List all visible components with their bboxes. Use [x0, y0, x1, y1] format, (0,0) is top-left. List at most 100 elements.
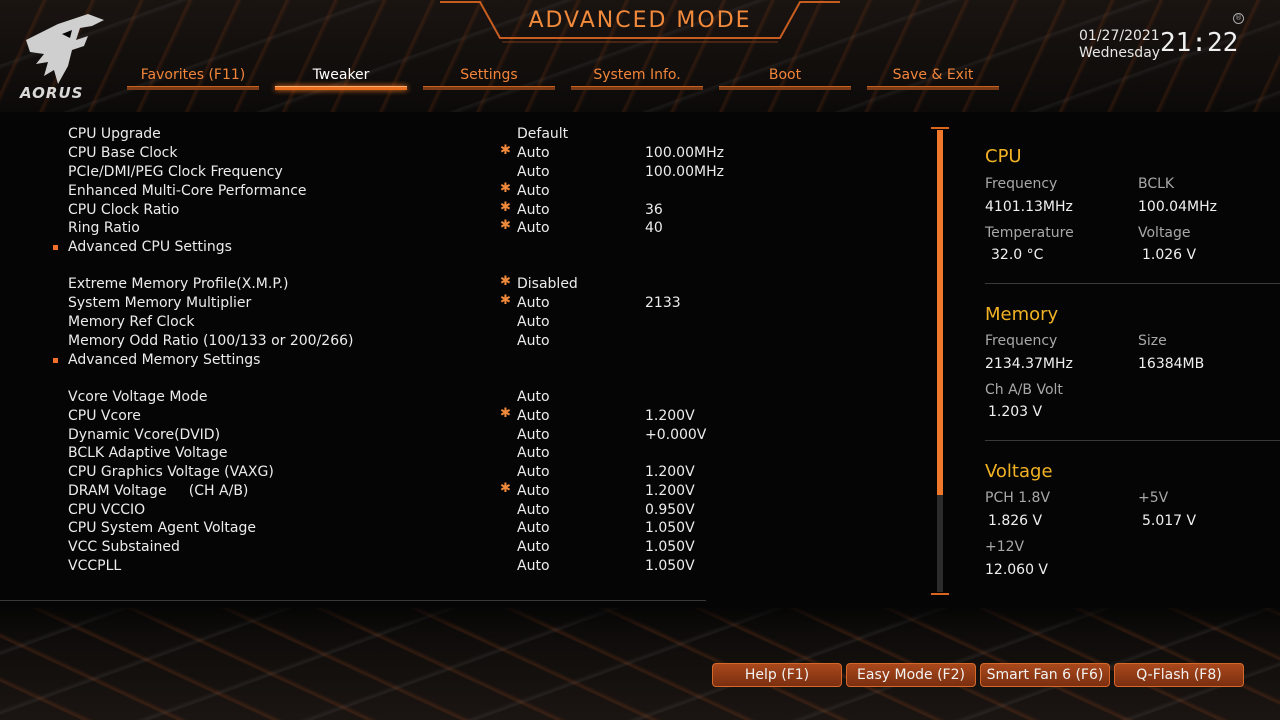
submenu-row[interactable]: Advanced Memory Settings [0, 351, 720, 370]
scrollbar-thumb[interactable] [937, 130, 943, 495]
star-icon: ✱ [500, 293, 511, 308]
setting-value[interactable]: Auto [517, 201, 550, 220]
scrollbar-bottom-cap [931, 593, 949, 595]
setting-row[interactable]: CPU VCCIO Auto 0.950V [0, 501, 720, 520]
setting-row[interactable]: CPU Clock Ratio ✱ Auto 36 [0, 200, 720, 220]
setting-row[interactable]: Extreme Memory Profile(X.M.P.) ✱ Disabled [0, 274, 720, 294]
setting-label: CPU Clock Ratio [68, 202, 180, 218]
setting-row[interactable]: System Memory Multiplier ✱ Auto 2133 [0, 293, 720, 313]
setting-row[interactable]: CPU Upgrade Default [0, 125, 720, 144]
setting-value[interactable]: Auto [517, 313, 550, 332]
setting-row[interactable]: CPU Graphics Voltage (VAXG) Auto 1.200V [0, 463, 720, 482]
date-display: 01/27/2021 Wednesday [1079, 28, 1160, 62]
setting-label: Enhanced Multi-Core Performance [68, 183, 307, 199]
setting-row[interactable]: DRAM Voltage (CH A/B) ✱ Auto 1.200V [0, 481, 720, 501]
tab-system-info[interactable]: System Info. [571, 64, 703, 90]
setting-value[interactable]: Auto [517, 182, 550, 201]
registered-mark-icon: ® [1233, 13, 1244, 24]
cpu-bclk-label: BCLK [1138, 176, 1175, 192]
setting-current-reading: 100.00MHz [645, 145, 724, 161]
cpu-temperature-label: Temperature [985, 225, 1074, 241]
star-icon: ✱ [500, 200, 511, 215]
tab-boot[interactable]: Boot [719, 64, 851, 90]
setting-row[interactable]: BCLK Adaptive Voltage Auto [0, 444, 720, 463]
pch-voltage-label: PCH 1.8V [985, 490, 1051, 506]
page-title: ADVANCED MODE [528, 8, 752, 33]
setting-value[interactable]: Auto [517, 557, 550, 576]
memory-frequency-value: 2134.37MHz [985, 356, 1073, 372]
setting-row[interactable]: Dynamic Vcore(DVID) Auto +0.000V [0, 426, 720, 445]
submenu-row[interactable]: Advanced CPU Settings [0, 238, 720, 257]
setting-current-reading: 1.050V [645, 520, 695, 536]
cpu-temperature-value: 32.0 °C [991, 247, 1044, 263]
setting-current-reading: 2133 [645, 295, 681, 311]
footer-fade [0, 600, 1280, 630]
pch-voltage-value: 1.826 V [988, 513, 1043, 529]
setting-label: BCLK Adaptive Voltage [68, 445, 228, 461]
setting-value[interactable]: Auto [517, 219, 550, 238]
v5-voltage-label: +5V [1138, 490, 1169, 506]
cpu-voltage-value: 1.026 V [1142, 247, 1197, 263]
setting-row[interactable]: Enhanced Multi-Core Performance ✱ Auto [0, 181, 720, 201]
setting-value[interactable]: Auto [517, 388, 550, 407]
setting-row[interactable]: Memory Ref Clock Auto [0, 313, 720, 332]
setting-label: Advanced Memory Settings [68, 352, 261, 368]
smart-fan-6-f6-button[interactable]: Smart Fan 6 (F6) [980, 663, 1110, 687]
setting-value[interactable]: Auto [517, 407, 550, 426]
setting-current-reading: 1.200V [645, 483, 695, 499]
setting-value[interactable]: Auto [517, 332, 550, 351]
setting-current-reading: 100.00MHz [645, 164, 724, 180]
star-icon: ✱ [500, 481, 511, 496]
star-icon: ✱ [500, 274, 511, 289]
panel-separator [985, 283, 1280, 284]
setting-row[interactable]: PCIe/DMI/PEG Clock Frequency Auto 100.00MH… [0, 163, 724, 182]
cpu-voltage-label: Voltage [1138, 225, 1191, 241]
memory-volt-value: 1.203 V [988, 404, 1043, 420]
tab-save-exit[interactable]: Save & Exit [867, 64, 999, 90]
setting-label: System Memory Multiplier [68, 295, 252, 311]
setting-row[interactable]: CPU Base Clock ✱ Auto 100.00MHz [0, 143, 724, 163]
setting-value[interactable]: Auto [517, 538, 550, 557]
setting-label: CPU VCCIO [68, 502, 146, 518]
setting-current-reading: 1.050V [645, 558, 695, 574]
tab-tweaker[interactable]: Tweaker [275, 64, 407, 90]
setting-row[interactable]: Ring Ratio ✱ Auto 40 [0, 218, 720, 238]
setting-current-reading: 36 [645, 202, 663, 218]
v12-voltage-value: 12.060 V [985, 562, 1049, 578]
setting-row[interactable]: Memory Odd Ratio (100/133 or 200/266) Aut… [0, 332, 720, 351]
setting-row[interactable]: Vcore Voltage Mode Auto [0, 388, 720, 407]
setting-value[interactable]: Auto [517, 294, 550, 313]
tab-settings[interactable]: Settings [423, 64, 555, 90]
cpu-frequency-value: 4101.13MHz [985, 199, 1073, 215]
setting-value[interactable]: Auto [517, 444, 550, 463]
setting-value[interactable]: Disabled [517, 275, 578, 294]
setting-value[interactable]: Auto [517, 482, 550, 501]
setting-value[interactable]: Auto [517, 144, 550, 163]
setting-label: PCIe/DMI/PEG Clock Frequency [68, 164, 283, 180]
clock-time[interactable]: 21:22 [1160, 28, 1238, 58]
help-f1-button[interactable]: Help (F1) [712, 663, 842, 687]
v5-voltage-value: 5.017 V [1142, 513, 1197, 529]
setting-value[interactable]: Auto [517, 463, 550, 482]
tab-favorites-f11[interactable]: Favorites (F11) [127, 64, 259, 90]
setting-row[interactable]: VCC Substained Auto 1.050V [0, 538, 720, 557]
setting-row[interactable]: CPU System Agent Voltage Auto 1.050V [0, 519, 720, 538]
setting-value[interactable]: Auto [517, 163, 550, 182]
setting-label: DRAM Voltage (CH A/B) [68, 483, 249, 499]
setting-row[interactable]: VCCPLL Auto 1.050V [0, 557, 720, 576]
setting-label: VCCPLL [68, 558, 122, 574]
q-flash-f8-button[interactable]: Q-Flash (F8) [1114, 663, 1244, 687]
cpu-bclk-value: 100.04MHz [1138, 199, 1217, 215]
setting-value[interactable]: Auto [517, 501, 550, 520]
star-icon: ✱ [500, 218, 511, 233]
setting-row[interactable]: CPU Vcore ✱ Auto 1.200V [0, 406, 720, 426]
memory-frequency-label: Frequency [985, 333, 1058, 349]
setting-label: CPU Graphics Voltage (VAXG) [68, 464, 274, 480]
setting-value[interactable]: Auto [517, 519, 550, 538]
setting-current-reading: 0.950V [645, 502, 695, 518]
easy-mode-f2-button[interactable]: Easy Mode (F2) [846, 663, 976, 687]
setting-value[interactable]: Auto [517, 426, 550, 445]
memory-section-title: Memory [985, 304, 1059, 325]
setting-value[interactable]: Default [517, 125, 568, 144]
weekday-text: Wednesday [1079, 45, 1161, 61]
